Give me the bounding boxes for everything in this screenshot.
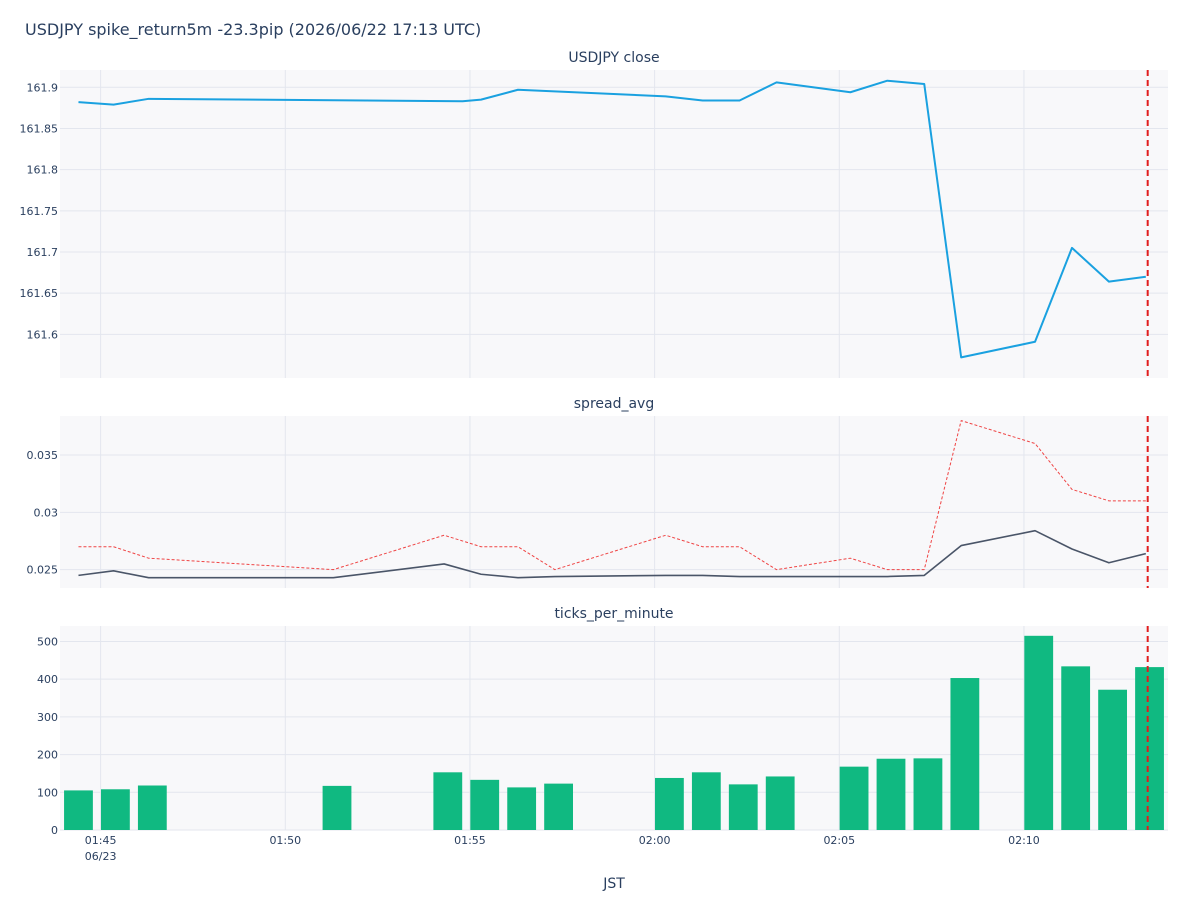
bar bbox=[654, 777, 684, 830]
chart-svg: USDJPY spike_return5m -23.3pip (2026/06/… bbox=[20, 20, 1168, 892]
plot-background bbox=[60, 416, 1168, 588]
bar bbox=[470, 779, 500, 830]
y-tick-label: 161.65 bbox=[20, 287, 59, 300]
bar bbox=[507, 787, 537, 830]
y-tick-label: 161.7 bbox=[27, 246, 59, 259]
bar bbox=[765, 776, 795, 830]
y-tick-label: 100 bbox=[37, 786, 58, 799]
bar bbox=[1024, 635, 1054, 830]
bar bbox=[137, 785, 167, 830]
y-tick-label: 161.75 bbox=[20, 205, 59, 218]
y-tick-label: 0.03 bbox=[34, 506, 59, 519]
y-tick-label: 400 bbox=[37, 673, 58, 686]
plot-background bbox=[60, 626, 1168, 830]
y-tick-label: 300 bbox=[37, 711, 58, 724]
y-tick-label: 200 bbox=[37, 749, 58, 762]
bar bbox=[544, 783, 574, 830]
bar bbox=[1098, 689, 1128, 830]
x-tick-label: 02:00 bbox=[639, 834, 671, 847]
x-tick-label: 01:50 bbox=[269, 834, 301, 847]
bar bbox=[1135, 667, 1164, 830]
panel-0: 161.6 161.65 161.7 161.75 161.8 161.85 161.9 US… bbox=[20, 50, 1168, 378]
bar bbox=[913, 758, 943, 830]
bar bbox=[691, 772, 721, 830]
x-tick-label: 02:05 bbox=[823, 834, 855, 847]
y-tick-label: 161.6 bbox=[27, 328, 59, 341]
bar bbox=[728, 784, 758, 830]
bar bbox=[1061, 666, 1091, 830]
subplot-title: USDJPY close bbox=[568, 50, 659, 66]
bar bbox=[100, 789, 130, 830]
bar bbox=[64, 790, 93, 830]
y-tick-label: 161.8 bbox=[27, 164, 59, 177]
panel-1: 0.025 0.03 0.035 spread_avg bbox=[27, 396, 1168, 588]
x-tick-label: 01:55 bbox=[454, 834, 486, 847]
bar bbox=[876, 758, 906, 830]
bar bbox=[322, 785, 352, 830]
y-tick-label: 500 bbox=[37, 635, 58, 648]
y-tick-label: 0.025 bbox=[27, 564, 59, 577]
y-tick-label: 0 bbox=[51, 824, 58, 837]
subplot-title: spread_avg bbox=[574, 396, 654, 412]
subplot-title: ticks_per_minute bbox=[554, 606, 673, 622]
chart-title: USDJPY spike_return5m -23.3pip (2026/06/… bbox=[25, 20, 481, 40]
x-axis-label: JST bbox=[602, 876, 625, 892]
bar bbox=[950, 678, 980, 830]
x-tick-label: 02:10 bbox=[1008, 834, 1040, 847]
panel-2: 0 100 200 300 400 500 ticks_per_minute bbox=[37, 606, 1168, 837]
x-date-label: 06/23 bbox=[85, 850, 117, 863]
plot-background bbox=[60, 70, 1168, 378]
panels-layer: 161.6 161.65 161.7 161.75 161.8 161.85 161.9 US… bbox=[20, 50, 1168, 892]
bar bbox=[839, 766, 869, 830]
y-tick-label: 161.9 bbox=[27, 81, 59, 94]
y-tick-label: 161.85 bbox=[20, 122, 59, 135]
y-tick-label: 0.035 bbox=[27, 449, 59, 462]
bar bbox=[433, 772, 463, 830]
x-tick-label: 01:45 bbox=[85, 834, 117, 847]
chart-root: USDJPY spike_return5m -23.3pip (2026/06/… bbox=[0, 0, 1200, 900]
